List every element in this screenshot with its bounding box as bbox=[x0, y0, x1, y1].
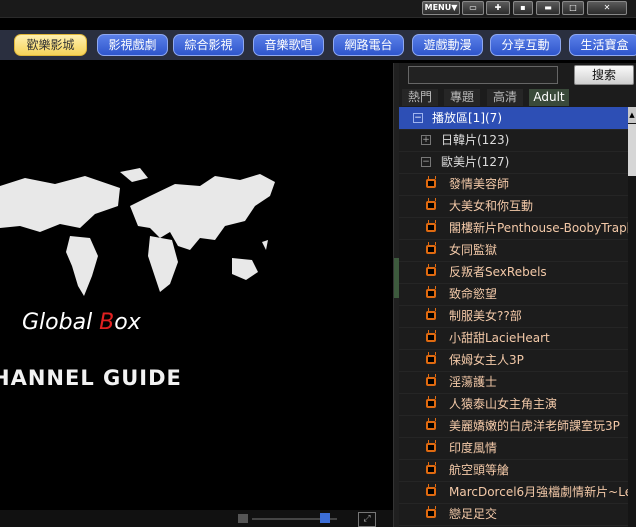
category-tab[interactable]: 綜合影視 bbox=[173, 34, 244, 56]
tv-channel-icon bbox=[426, 509, 436, 518]
channel-list-item[interactable]: 發情美容師 bbox=[399, 173, 628, 196]
channel-list-item[interactable]: 美麗嬌嫩的白虎洋老師課室玩3P bbox=[399, 415, 628, 438]
search-input[interactable] bbox=[408, 66, 558, 84]
category-tab[interactable]: 網路電台 bbox=[333, 34, 404, 56]
category-tab[interactable]: 遊戲動漫 bbox=[412, 34, 483, 56]
brand-logo-text: Global Box bbox=[22, 310, 141, 335]
channel-list-item[interactable]: 航空頭等艙 bbox=[399, 459, 628, 482]
tree-group[interactable]: + 日韓片(123) bbox=[399, 129, 628, 152]
channel-item-label: 航空頭等艙 bbox=[449, 463, 510, 477]
channel-list-item[interactable]: 戀足足交 bbox=[399, 503, 628, 526]
channel-list-item[interactable]: 致命慾望 bbox=[399, 283, 628, 306]
tv-channel-icon bbox=[426, 443, 436, 452]
tree-group[interactable]: − 歐美片(127) bbox=[399, 151, 628, 174]
channel-guide-title: HANNEL GUIDE bbox=[0, 366, 182, 390]
channel-item-label: 發情美容師 bbox=[449, 177, 510, 191]
scroll-up-icon[interactable]: ▲ bbox=[628, 107, 636, 123]
category-tab[interactable]: 分享互動 bbox=[490, 34, 561, 56]
channel-item-label: 閣樓新片Penthouse-BoobyTrap陷阱 bbox=[449, 221, 628, 235]
minimize-icon[interactable]: ▪ bbox=[513, 1, 533, 15]
scrollbar-thumb[interactable] bbox=[628, 124, 636, 176]
fullscreen-icon[interactable]: ⤢ bbox=[358, 512, 376, 527]
world-map-graphic bbox=[0, 168, 275, 296]
tree-root[interactable]: − 播放區[1](7) bbox=[399, 107, 628, 130]
channel-item-label: 大美女和你互動 bbox=[449, 199, 534, 213]
channel-item-label: MarcDorcel6月強檔劇情新片~LesSe bbox=[449, 485, 628, 499]
player-controls: ⤢ bbox=[0, 510, 393, 527]
channel-list-item[interactable]: 小甜甜LacieHeart bbox=[399, 327, 628, 350]
tv-channel-icon bbox=[426, 245, 436, 254]
channel-list-item[interactable]: 人猿泰山女主角主演 bbox=[399, 393, 628, 416]
category-tab[interactable]: 影視戲劇 bbox=[97, 34, 168, 56]
category-tab[interactable]: 歡樂影城 bbox=[14, 34, 87, 56]
category-bar: 歡樂影城 影視戲劇 綜合影視 音樂歌唱 網路電台 遊戲動漫 分享互動 生活寶盒 bbox=[0, 30, 636, 60]
tv-channel-icon bbox=[426, 311, 436, 320]
channel-list-item[interactable]: MarcDorcel6月強檔劇情新片~LesSe bbox=[399, 481, 628, 504]
channel-item-label: 戀足足交 bbox=[449, 507, 498, 521]
channel-list-item[interactable]: 保姆女主人3P bbox=[399, 349, 628, 372]
tv-channel-icon bbox=[426, 377, 436, 386]
volume-icon[interactable] bbox=[238, 514, 248, 523]
tab-hot[interactable]: 熱門 bbox=[402, 89, 438, 106]
category-tab[interactable]: 生活寶盒 bbox=[569, 34, 636, 56]
tv-channel-icon bbox=[426, 465, 436, 474]
channel-item-label: 淫蕩護士 bbox=[449, 375, 498, 389]
channel-list-item[interactable]: 大美女和你互動 bbox=[399, 195, 628, 218]
expand-icon[interactable]: + bbox=[421, 135, 431, 145]
tv-channel-icon bbox=[426, 267, 436, 276]
tv-channel-icon bbox=[426, 421, 436, 430]
channel-list-item[interactable]: 淫蕩護士 bbox=[399, 371, 628, 394]
tv-channel-icon bbox=[426, 201, 436, 210]
menu-button[interactable]: MENU▼ bbox=[422, 1, 460, 15]
tv-channel-icon bbox=[426, 355, 436, 364]
tv-channel-icon bbox=[426, 179, 436, 188]
video-player[interactable]: Global Box HANNEL GUIDE bbox=[0, 63, 393, 510]
channel-list-item[interactable]: 閣樓新片Penthouse-BoobyTrap陷阱 bbox=[399, 217, 628, 240]
channel-item-label: 小甜甜LacieHeart bbox=[449, 331, 550, 345]
restore-icon[interactable]: ▬ bbox=[536, 1, 560, 15]
channel-list-item[interactable]: 反叛者SexRebels bbox=[399, 261, 628, 284]
channel-item-label: 美麗嬌嫩的白虎洋老師課室玩3P bbox=[449, 419, 620, 433]
channel-item-label: 女同監獄 bbox=[449, 243, 498, 257]
tab-topics[interactable]: 專題 bbox=[444, 89, 480, 106]
title-bar: MENU▼ ▭ ✚ ▪ ▬ □ ✕ bbox=[0, 0, 636, 18]
close-icon[interactable]: ✕ bbox=[587, 1, 627, 15]
tv-channel-icon bbox=[426, 289, 436, 298]
search-button[interactable]: 搜索 bbox=[574, 65, 634, 85]
channel-item-label: 保姆女主人3P bbox=[449, 353, 524, 367]
tv-channel-icon bbox=[426, 223, 436, 232]
channel-tree: − 播放區[1](7) + 日韓片(123) − 歐美片(127) 發情美容師大… bbox=[399, 107, 628, 527]
tv-channel-icon bbox=[426, 399, 436, 408]
volume-handle[interactable] bbox=[320, 513, 330, 523]
channel-item-label: 致命慾望 bbox=[449, 287, 498, 301]
screen-icon[interactable]: ▭ bbox=[462, 1, 484, 15]
collapse-icon[interactable]: − bbox=[421, 157, 431, 167]
channel-list-item[interactable]: 制服美女??部 bbox=[399, 305, 628, 328]
channel-item-label: 印度風情 bbox=[449, 441, 498, 455]
collapse-icon[interactable]: − bbox=[413, 113, 423, 123]
tab-adult[interactable]: Adult bbox=[529, 89, 569, 106]
channel-list-item[interactable]: 印度風情 bbox=[399, 437, 628, 460]
channel-item-label: 反叛者SexRebels bbox=[449, 265, 547, 279]
channel-item-label: 人猿泰山女主角主演 bbox=[449, 397, 558, 411]
maximize-icon[interactable]: □ bbox=[562, 1, 584, 15]
tv-channel-icon bbox=[426, 487, 436, 496]
tab-hd[interactable]: 高清 bbox=[487, 89, 523, 106]
channel-panel: 搜索 熱門 專題 高清 Adult − 播放區[1](7) + 日韓片(123)… bbox=[399, 63, 636, 527]
channel-list-item[interactable]: 女同監獄 bbox=[399, 239, 628, 262]
pin-icon[interactable]: ✚ bbox=[486, 1, 510, 15]
tv-channel-icon bbox=[426, 333, 436, 342]
category-tab[interactable]: 音樂歌唱 bbox=[253, 34, 324, 56]
channel-item-label: 制服美女??部 bbox=[449, 309, 522, 323]
